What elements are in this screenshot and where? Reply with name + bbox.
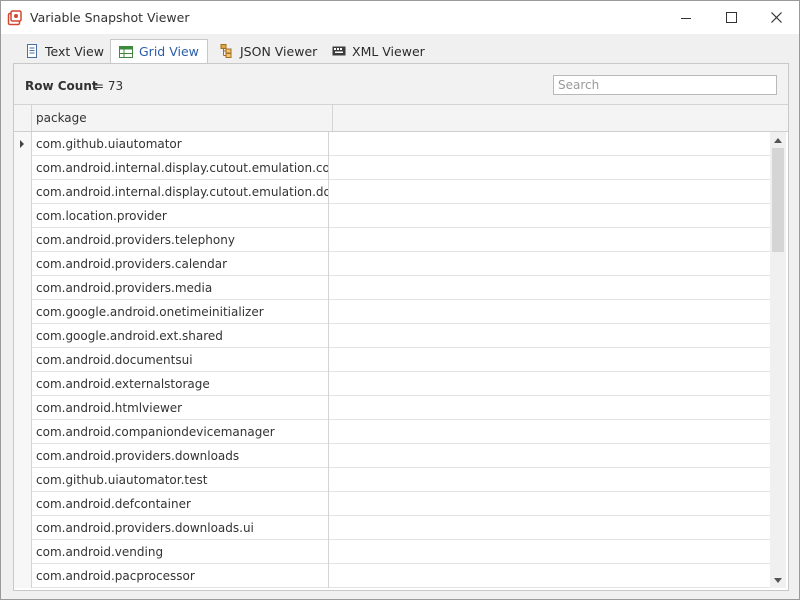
row-count-value: = 73 [94, 79, 124, 93]
window-title: Variable Snapshot Viewer [30, 10, 190, 25]
package-cell[interactable]: com.android.documentsui [32, 348, 329, 372]
table-row[interactable]: com.android.documentsui [14, 348, 770, 372]
row-count-label: Row Count [25, 79, 98, 93]
row-indicator[interactable] [14, 372, 32, 396]
table-row[interactable]: com.android.internal.display.cutout.emul… [14, 180, 770, 204]
row-indicator[interactable] [14, 156, 32, 180]
row-indicator[interactable] [14, 180, 32, 204]
tab-label: JSON Viewer [240, 43, 318, 59]
row-indicator[interactable] [14, 516, 32, 540]
package-cell[interactable]: com.github.uiautomator.test [32, 468, 329, 492]
package-cell[interactable]: com.android.defcontainer [32, 492, 329, 516]
table-row[interactable]: com.android.providers.downloads [14, 444, 770, 468]
title-bar[interactable]: Variable Snapshot Viewer [1, 1, 799, 34]
json-tree-icon [220, 44, 232, 58]
tab-json-viewer[interactable]: JSON Viewer [212, 40, 325, 62]
package-cell[interactable]: com.android.vending [32, 540, 329, 564]
row-indicator[interactable] [14, 348, 32, 372]
close-icon [770, 12, 782, 23]
package-cell[interactable]: com.github.uiautomator [32, 132, 329, 156]
row-indicator-header [14, 105, 32, 131]
package-cell[interactable]: com.android.htmlviewer [32, 396, 329, 420]
grid-header: package [14, 105, 788, 132]
scroll-down-button[interactable] [770, 572, 786, 588]
xml-icon [332, 46, 346, 56]
tab-label: XML Viewer [352, 43, 425, 59]
row-indicator[interactable] [14, 324, 32, 348]
row-indicator[interactable] [14, 540, 32, 564]
table-row[interactable]: com.android.htmlviewer [14, 396, 770, 420]
scroll-up-arrow-icon [774, 137, 782, 143]
scrollbar-thumb[interactable] [772, 148, 784, 252]
close-button[interactable] [753, 1, 799, 34]
table-row[interactable]: com.android.externalstorage [14, 372, 770, 396]
package-cell[interactable]: com.android.externalstorage [32, 372, 329, 396]
grid-icon [119, 45, 133, 58]
package-cell[interactable]: com.android.pacprocessor [32, 564, 329, 588]
minimize-button[interactable] [663, 1, 709, 34]
column-header-package[interactable]: package [32, 105, 333, 131]
table-row[interactable]: com.android.pacprocessor [14, 564, 770, 588]
row-indicator[interactable] [14, 396, 32, 420]
grid-view-panel: Row Count = 73 package com.github.uiauto… [13, 63, 789, 591]
tab-text-view[interactable]: Text View [17, 40, 112, 62]
package-cell[interactable]: com.location.provider [32, 204, 329, 228]
grid-toolbar: Row Count = 73 [14, 64, 788, 105]
package-cell[interactable]: com.android.internal.display.cutout.emul… [32, 156, 329, 180]
search-input[interactable] [553, 75, 777, 95]
current-row-arrow-icon [20, 140, 24, 148]
table-row[interactable]: com.google.android.onetimeinitializer [14, 300, 770, 324]
row-indicator[interactable] [14, 252, 32, 276]
minimize-icon [681, 17, 691, 19]
table-row[interactable]: com.android.internal.display.cutout.emul… [14, 156, 770, 180]
package-cell[interactable]: com.android.providers.telephony [32, 228, 329, 252]
maximize-button[interactable] [708, 1, 754, 34]
scroll-up-button[interactable] [770, 132, 786, 148]
table-row[interactable]: com.github.uiautomator.test [14, 468, 770, 492]
table-row[interactable]: com.google.android.ext.shared [14, 324, 770, 348]
maximize-icon [725, 12, 737, 23]
table-row[interactable]: com.android.providers.telephony [14, 228, 770, 252]
vertical-scrollbar[interactable] [770, 132, 786, 588]
package-cell[interactable]: com.android.providers.downloads.ui [32, 516, 329, 540]
app-window: Variable Snapshot Viewer Text View Grid … [0, 0, 800, 600]
text-document-icon [27, 44, 37, 58]
row-indicator[interactable] [14, 132, 32, 156]
tab-grid-view[interactable]: Grid View [110, 39, 208, 63]
package-cell[interactable]: com.google.android.ext.shared [32, 324, 329, 348]
tab-label: Text View [45, 43, 104, 59]
app-logo-icon [7, 10, 22, 26]
package-cell[interactable]: com.android.internal.display.cutout.emul… [32, 180, 329, 204]
tab-label: Grid View [139, 44, 199, 59]
tab-xml-viewer[interactable]: XML Viewer [324, 40, 433, 62]
row-indicator[interactable] [14, 492, 32, 516]
table-row[interactable]: com.android.companiondevicemanager [14, 420, 770, 444]
table-row[interactable]: com.android.defcontainer [14, 492, 770, 516]
row-indicator[interactable] [14, 468, 32, 492]
tab-bar: Text View Grid View JSON Viewer XML View… [1, 34, 799, 63]
scroll-down-arrow-icon [774, 577, 782, 583]
row-indicator[interactable] [14, 564, 32, 588]
package-cell[interactable]: com.android.companiondevicemanager [32, 420, 329, 444]
row-indicator[interactable] [14, 420, 32, 444]
row-indicator[interactable] [14, 300, 32, 324]
table-row[interactable]: com.android.providers.calendar [14, 252, 770, 276]
grid-body: com.github.uiautomator com.android.intern… [14, 132, 770, 588]
table-row[interactable]: com.github.uiautomator [14, 132, 770, 156]
table-row[interactable]: com.android.providers.downloads.ui [14, 516, 770, 540]
package-cell[interactable]: com.android.providers.calendar [32, 252, 329, 276]
row-indicator[interactable] [14, 276, 32, 300]
row-indicator[interactable] [14, 204, 32, 228]
table-row[interactable]: com.location.provider [14, 204, 770, 228]
row-indicator[interactable] [14, 228, 32, 252]
row-indicator[interactable] [14, 444, 32, 468]
package-cell[interactable]: com.android.providers.downloads [32, 444, 329, 468]
package-cell[interactable]: com.google.android.onetimeinitializer [32, 300, 329, 324]
table-row[interactable]: com.android.providers.media [14, 276, 770, 300]
table-row[interactable]: com.android.vending [14, 540, 770, 564]
package-cell[interactable]: com.android.providers.media [32, 276, 329, 300]
